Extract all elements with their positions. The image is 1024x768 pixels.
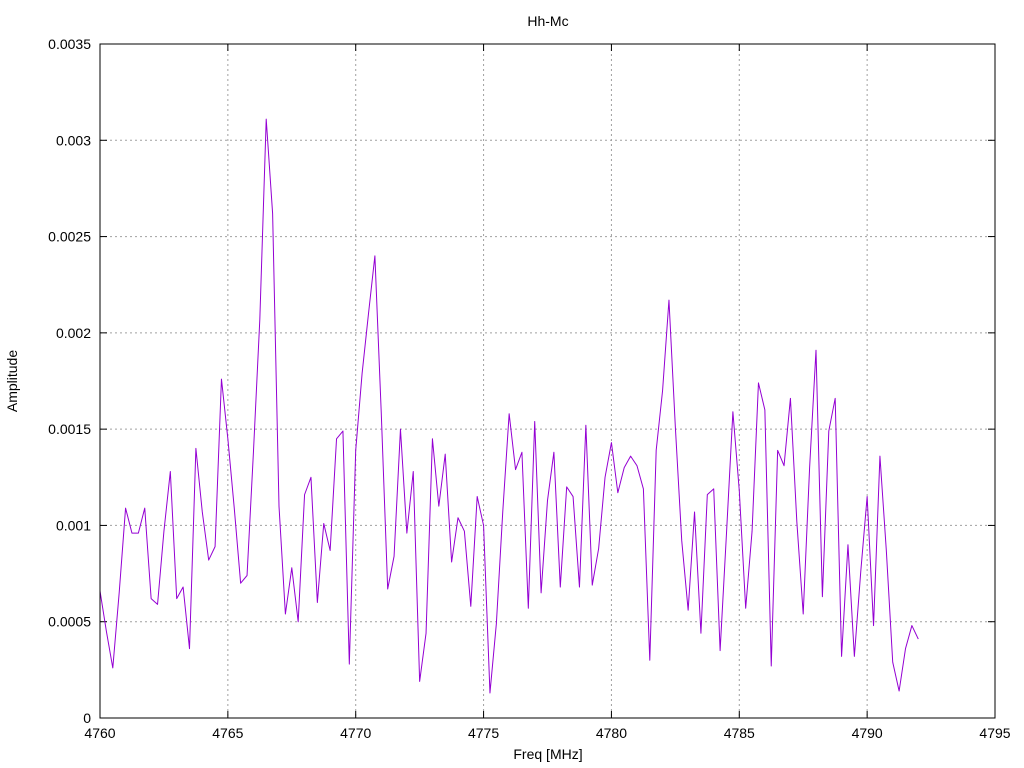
y-tick-label: 0.001: [56, 517, 91, 533]
x-tick-label: 4760: [84, 725, 115, 741]
x-tick-label: 4765: [212, 725, 243, 741]
x-tick-label: 4770: [340, 725, 371, 741]
y-tick-label: 0.0035: [48, 36, 91, 52]
x-tick-label: 4795: [979, 725, 1010, 741]
x-axis-title: Freq [MHz]: [513, 746, 582, 762]
x-tick-label: 4790: [852, 725, 883, 741]
y-axis-title: Amplitude: [4, 350, 20, 412]
x-tick-label: 4780: [596, 725, 627, 741]
y-tick-label: 0: [83, 710, 91, 726]
x-tick-label: 4775: [468, 725, 499, 741]
x-tick-label: 4785: [724, 725, 755, 741]
y-tick-label: 0.003: [56, 132, 91, 148]
chart-title: Hh-Mc: [527, 13, 568, 29]
y-tick-label: 0.0005: [48, 614, 91, 630]
chart-background: [0, 0, 1024, 768]
chart: 4760 4765 4770 4775 4780 4785 4790 4795 0 0.0005…: [0, 0, 1024, 768]
y-tick-label: 0.0025: [48, 229, 91, 245]
y-tick-label: 0.0015: [48, 421, 91, 437]
y-tick-label: 0.002: [56, 325, 91, 341]
